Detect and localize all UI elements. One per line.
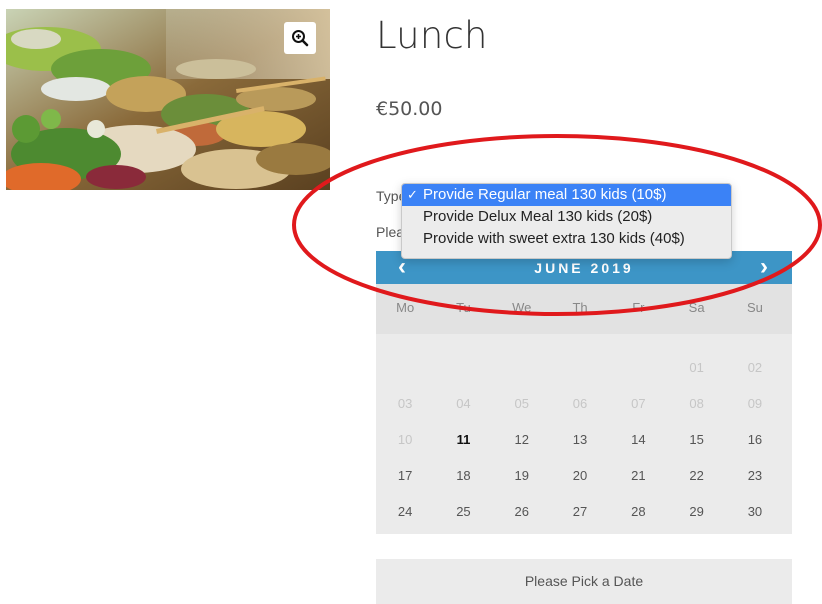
calendar-day[interactable]: 20 <box>551 458 609 494</box>
calendar-days: 01 02 03 04 05 06 07 08 09 10 11 12 13 14 15 16 17 18 19 20… <box>376 334 792 530</box>
calendar-empty-cell <box>376 350 434 386</box>
calendar-day: 10 <box>397 432 413 447</box>
calendar-day[interactable]: 29 <box>667 494 725 530</box>
calendar-day[interactable]: 30 <box>726 494 784 530</box>
calendar-empty-cell <box>434 350 492 386</box>
calendar-empty-cell <box>551 350 609 386</box>
zoom-button[interactable] <box>284 22 316 54</box>
checkmark-icon: ✓ <box>407 187 418 202</box>
calendar-day[interactable]: 23 <box>726 458 784 494</box>
next-month-button[interactable]: › <box>760 253 768 281</box>
calendar-day: 01 <box>689 360 704 375</box>
calendar-day: 08 <box>689 396 704 411</box>
dropdown-option[interactable]: Provide with sweet extra 130 kids (40$) <box>402 228 731 250</box>
dropdown-option-label: Provide Regular meal 130 kids (10$) <box>423 186 667 203</box>
calendar-day[interactable]: 28 <box>609 494 667 530</box>
weekday-label: We <box>512 300 532 315</box>
calendar-empty-cell <box>609 350 667 386</box>
calendar-day[interactable]: 14 <box>609 422 667 458</box>
calendar-day[interactable]: 13 <box>551 422 609 458</box>
calendar-week-row: 10 11 12 13 14 15 16 <box>376 422 792 458</box>
calendar-day[interactable]: 15 <box>667 422 725 458</box>
calendar-empty-cell <box>493 350 551 386</box>
weekday-label: Fr <box>632 300 645 315</box>
month-label: JUNE 2019 <box>534 259 634 276</box>
calendar-week-row: 24 25 26 27 28 29 30 <box>376 494 792 530</box>
calendar-day[interactable]: 12 <box>493 422 551 458</box>
calendar-day[interactable]: 22 <box>667 458 725 494</box>
calendar-day[interactable]: 19 <box>493 458 551 494</box>
weekday-label: Sa <box>688 300 705 315</box>
weekday-label: Th <box>572 300 588 315</box>
zoom-in-icon <box>292 30 309 47</box>
pick-date-button[interactable]: Please Pick a Date <box>376 559 792 604</box>
dropdown-option[interactable]: ✓ Provide Regular meal 130 kids (10$) <box>402 184 731 206</box>
salad-buffet-photo <box>6 9 330 190</box>
calendar-week-row: 17 18 19 20 21 22 23 <box>376 458 792 494</box>
weekday-label: Mo <box>396 300 415 315</box>
calendar-day[interactable]: 17 <box>376 458 434 494</box>
calendar-day[interactable]: 26 <box>493 494 551 530</box>
calendar-day[interactable]: 27 <box>551 494 609 530</box>
calendar-day[interactable]: 11 <box>434 422 492 458</box>
weekday-label: Tu <box>456 300 471 315</box>
dropdown-option[interactable]: Provide Delux Meal 130 kids (20$) <box>402 206 731 228</box>
calendar-day: 05 <box>514 396 529 411</box>
dropdown-option-label: Provide Delux Meal 130 kids (20$) <box>423 208 653 225</box>
calendar-day: 06 <box>572 396 588 411</box>
calendar-week-row: 01 02 <box>376 350 792 386</box>
calendar-day: 07 <box>631 396 646 411</box>
dropdown-option-label: Provide with sweet extra 130 kids (40$) <box>423 230 685 247</box>
calendar-day[interactable]: 24 <box>376 494 434 530</box>
product-image[interactable] <box>6 9 330 190</box>
calendar-day[interactable]: 16 <box>726 422 784 458</box>
meal-type-dropdown[interactable]: ✓ Provide Regular meal 130 kids (10$) Prov… <box>401 183 732 259</box>
weekday-label: Su <box>746 300 763 315</box>
date-picker-calendar: ‹ JUNE 2019 › Mo Tu We Th Fr Sa Su 01 02 03 04 05 0… <box>376 251 792 534</box>
product-title: Lunch <box>376 14 488 57</box>
calendar-day: 04 <box>456 396 471 411</box>
calendar-week-row: 03 04 05 06 07 08 09 <box>376 386 792 422</box>
calendar-day: 09 <box>747 396 763 411</box>
product-price: €50.00 <box>376 98 443 120</box>
calendar-day[interactable]: 18 <box>434 458 492 494</box>
calendar-day: 03 <box>397 396 413 411</box>
calendar-day[interactable]: 21 <box>609 458 667 494</box>
calendar-day: 02 <box>747 360 763 375</box>
calendar-day[interactable]: 25 <box>434 494 492 530</box>
weekday-row: Mo Tu We Th Fr Sa Su <box>376 284 792 334</box>
